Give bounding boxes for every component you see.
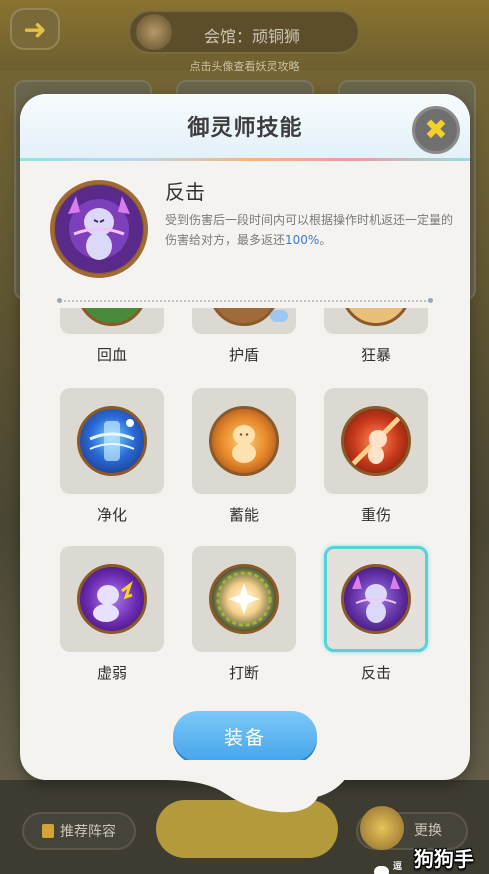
counter-icon xyxy=(341,564,411,634)
watermark-text: 狗狗手游 xyxy=(413,847,474,871)
back-arrow-icon: ➜ xyxy=(23,12,47,46)
watermark: 逗比 狗狗手游 xyxy=(374,843,489,874)
selected-skill-name: 反击 xyxy=(165,180,205,204)
club-avatar xyxy=(136,14,172,50)
change-label: 更换 xyxy=(414,823,442,839)
close-button[interactable]: ✖ xyxy=(412,106,460,154)
skill-tile xyxy=(192,308,296,334)
skill-tile xyxy=(60,308,164,334)
club-pill[interactable]: 会馆：顽铜狮 xyxy=(128,10,360,54)
modal-title: 御灵师技能 xyxy=(187,116,303,141)
selected-skill-icon xyxy=(50,180,148,278)
skill-item-purify[interactable]: 净化 xyxy=(60,388,164,525)
purify-icon xyxy=(77,406,147,476)
skill-item-weaken[interactable]: 虚弱 xyxy=(60,546,164,683)
skill-tile-selected xyxy=(324,546,428,652)
skill-label: 重伤 xyxy=(360,506,391,524)
skill-tile xyxy=(60,388,164,494)
skill-label: 护盾 xyxy=(228,346,259,364)
description-end: 。 xyxy=(319,233,332,247)
skill-tile xyxy=(324,308,428,334)
skill-modal: 御灵师技能 ✖ 反击 受到伤害后一段时间内可以根据操作时机返还一定量的伤害给对方… xyxy=(20,94,470,780)
skill-tile xyxy=(324,388,428,494)
skill-item-counter[interactable]: 反击 xyxy=(324,546,428,683)
skill-item-shield[interactable]: 护盾 xyxy=(192,308,296,365)
heal-icon xyxy=(77,308,147,326)
skill-label: 虚弱 xyxy=(96,664,127,682)
selected-skill-description: 受到伤害后一段时间内可以根据操作时机返还一定量的伤害给对方，最多返还100%。 xyxy=(165,210,455,250)
speech-tail-swirl xyxy=(166,760,346,813)
back-button[interactable]: ➜ xyxy=(10,8,60,50)
watermark-small: 逗比 xyxy=(393,862,403,872)
club-name: 会馆：顽铜狮 xyxy=(204,27,301,46)
skill-label: 净化 xyxy=(96,506,127,524)
skill-tile xyxy=(60,546,164,652)
dotted-divider xyxy=(57,298,433,303)
description-highlight: 100% xyxy=(285,233,320,247)
skill-item-heal[interactable]: 回血 xyxy=(60,308,164,365)
heavy-wound-icon xyxy=(341,406,411,476)
skill-label: 蓄能 xyxy=(228,506,259,524)
recommend-lineup-button[interactable]: 推荐阵容 xyxy=(22,812,136,850)
berserk-icon xyxy=(341,308,411,326)
skill-tile xyxy=(192,546,296,652)
weaken-icon xyxy=(77,564,147,634)
skill-item-interrupt[interactable]: 打断 xyxy=(192,546,296,683)
recommend-lineup-label: 推荐阵容 xyxy=(60,824,116,840)
skill-tile xyxy=(192,388,296,494)
charge-icon xyxy=(209,406,279,476)
skill-label: 反击 xyxy=(360,664,391,682)
close-x-icon: ✖ xyxy=(424,113,448,146)
skill-label: 打断 xyxy=(228,664,259,682)
bookmark-icon xyxy=(42,824,54,838)
chat-bubble-icon xyxy=(374,866,390,874)
interrupt-icon xyxy=(209,564,279,634)
skill-label: 狂暴 xyxy=(360,346,391,364)
skill-item-berserk[interactable]: 狂暴 xyxy=(324,308,428,365)
skill-item-heavy-wound[interactable]: 重伤 xyxy=(324,388,428,525)
skill-item-charge[interactable]: 蓄能 xyxy=(192,388,296,525)
hint-text: 点击头像查看妖灵攻略 xyxy=(189,60,300,73)
new-badge xyxy=(270,310,288,322)
skill-label: 回血 xyxy=(96,346,127,364)
skill-grid: 回血 护盾 狂暴 净化 蓄能 重伤 虚弱 打断 反击 xyxy=(20,308,470,688)
equip-button[interactable]: 装备 xyxy=(173,711,317,761)
shield-icon xyxy=(209,308,279,326)
equip-label: 装备 xyxy=(223,726,266,749)
header-divider xyxy=(20,158,470,161)
